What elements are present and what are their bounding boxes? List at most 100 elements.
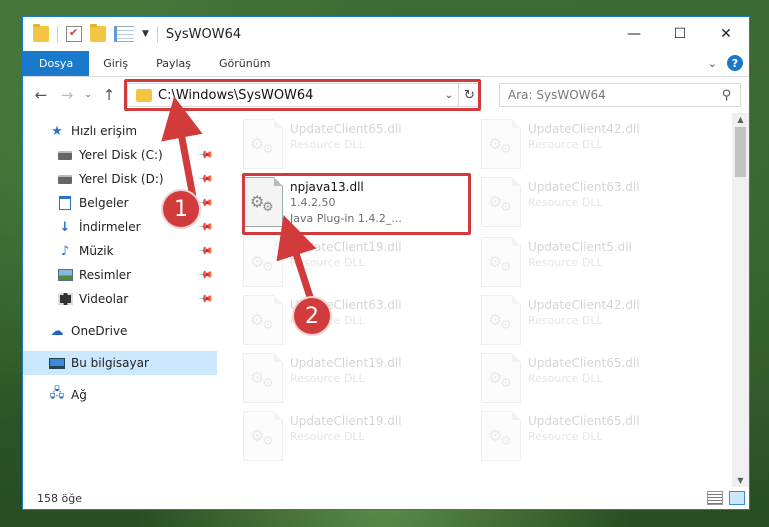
sidebar-item-network[interactable]: 🖧 Ağ <box>23 383 217 407</box>
pictures-icon <box>57 267 73 283</box>
file-item[interactable]: ⚙⚙ UpdateClient63.dllResource DLL <box>243 295 473 351</box>
address-path[interactable]: C:\Windows\SysWOW64 <box>158 88 440 103</box>
forward-arrow-icon[interactable]: → <box>57 85 77 105</box>
large-icons-view-icon[interactable] <box>729 491 745 505</box>
dll-file-icon: ⚙ ⚙ <box>481 353 521 403</box>
maximize-button[interactable]: ☐ <box>657 17 703 51</box>
file-description: Resource DLL <box>290 138 365 151</box>
pin-icon[interactable]: 📌 <box>196 267 213 284</box>
ribbon-right-controls: ⌄ ? <box>708 55 743 71</box>
tab-home[interactable]: Giriş <box>89 51 142 76</box>
file-item[interactable]: ⚙ ⚙ UpdateClient5.dll Resource DLL <box>481 237 711 293</box>
file-item[interactable]: ⚙ ⚙ UpdateClient65.dll Resource DLL <box>481 353 711 409</box>
downloads-icon: ↓ <box>59 219 71 235</box>
tab-share[interactable]: Paylaş <box>142 51 205 76</box>
navigation-bar: ← → ⌄ ↑ C:\Windows\SysWOW64 ⌄ ↻ ⚲ <box>23 77 749 113</box>
window-controls: — ☐ ✕ <box>611 17 749 51</box>
pin-icon[interactable]: 📌 <box>196 291 213 308</box>
view-options-icon[interactable] <box>114 26 134 42</box>
search-box[interactable]: ⚲ <box>499 83 741 107</box>
title-bar: ▼ SysWOW64 — ☐ ✕ <box>23 17 749 51</box>
scrollbar-thumb[interactable] <box>735 127 746 177</box>
file-name: UpdateClient42.dll <box>528 298 640 312</box>
explorer-body: ★ Hızlı erişim Yerel Disk (C:) 📌 Yerel D… <box>23 113 749 487</box>
sidebar-item-quick-access[interactable]: ★ Hızlı erişim <box>23 119 217 143</box>
callout-badge-2: 2 <box>294 298 330 334</box>
back-arrow-icon[interactable]: ← <box>31 85 51 105</box>
sidebar-item-label: İndirmeler <box>79 220 141 234</box>
file-description: Resource DLL <box>528 430 603 443</box>
file-item[interactable]: ⚙ ⚙ UpdateClient19.dll Resource DLL <box>243 411 473 467</box>
folder-icon <box>136 88 152 102</box>
file-name: UpdateClient19.dll <box>290 356 402 370</box>
dll-file-icon: ⚙ ⚙ <box>481 237 521 287</box>
file-item[interactable]: ⚙ ⚙ UpdateClient65.dll Resource DLL <box>481 411 711 467</box>
file-item[interactable]: ⚙ ⚙ UpdateClient65.dll Resource DLL <box>243 119 473 175</box>
file-version: 1.4.2.50 <box>290 196 336 209</box>
file-item[interactable]: ⚙ ⚙ UpdateClient19.dll Resource DLL <box>243 353 473 409</box>
search-input[interactable] <box>508 88 723 102</box>
sidebar-item-label: Bu bilgisayar <box>71 356 149 370</box>
tab-view[interactable]: Görünüm <box>205 51 284 76</box>
file-name: UpdateClient65.dll <box>528 414 640 428</box>
status-bar: 158 öğe <box>23 487 749 509</box>
file-description: Resource DLL <box>528 372 603 385</box>
scroll-down-chevron-icon[interactable]: ▼ <box>732 476 749 485</box>
divider <box>57 26 58 42</box>
refresh-icon[interactable]: ↻ <box>458 84 480 106</box>
properties-icon[interactable] <box>66 26 82 42</box>
new-folder-icon[interactable] <box>90 24 106 42</box>
pin-icon[interactable]: 📌 <box>196 171 213 188</box>
address-dropdown-chevron-icon[interactable]: ⌄ <box>440 90 458 101</box>
file-list: ⚙ ⚙ UpdateClient65.dll Resource DLL ⚙ ⚙ npj… <box>217 113 749 487</box>
videos-icon <box>57 291 73 307</box>
vertical-scrollbar[interactable]: ▲ ▼ <box>732 113 749 487</box>
file-description: Resource DLL <box>528 314 603 327</box>
sidebar-item-local-disk-d[interactable]: Yerel Disk (D:) 📌 <box>23 167 217 191</box>
address-bar[interactable]: C:\Windows\SysWOW64 ⌄ ↻ <box>124 79 481 111</box>
sidebar-item-onedrive[interactable]: ☁ OneDrive <box>23 319 217 343</box>
recent-locations-chevron-icon[interactable]: ⌄ <box>83 85 93 105</box>
file-name: UpdateClient65.dll <box>290 122 402 136</box>
dll-file-icon: ⚙ ⚙ <box>243 411 283 461</box>
pin-icon[interactable]: 📌 <box>196 147 213 164</box>
dll-file-icon: ⚙ ⚙ <box>481 177 521 227</box>
file-description: Resource DLL <box>528 256 603 269</box>
dll-file-icon: ⚙ ⚙ <box>481 411 521 461</box>
file-item[interactable]: ⚙ ⚙ UpdateClient42.dll Resource DLL <box>481 295 711 351</box>
close-button[interactable]: ✕ <box>703 17 749 51</box>
tab-file[interactable]: Dosya <box>23 51 90 76</box>
sidebar-item-videos[interactable]: Videolar 📌 <box>23 287 217 311</box>
sidebar-item-local-disk-c[interactable]: Yerel Disk (C:) 📌 <box>23 143 217 167</box>
window-title: SysWOW64 <box>165 26 242 42</box>
sidebar-item-music[interactable]: ♪ Müzik 📌 <box>23 239 217 263</box>
star-icon: ★ <box>51 123 63 139</box>
file-item[interactable]: ⚙⚙ UpdateClient63.dllResource DLL <box>481 177 711 233</box>
scroll-up-chevron-icon[interactable]: ▲ <box>732 115 749 124</box>
up-arrow-icon[interactable]: ↑ <box>99 85 119 105</box>
minimize-button[interactable]: — <box>611 17 657 51</box>
file-name: UpdateClient42.dll <box>528 122 640 136</box>
sidebar-item-label: Müzik <box>79 244 114 258</box>
dll-file-icon: ⚙ ⚙ <box>243 353 283 403</box>
pin-icon[interactable]: 📌 <box>196 219 213 236</box>
details-view-icon[interactable] <box>707 491 723 505</box>
file-item[interactable]: ⚙ ⚙ UpdateClient42.dll Resource DLL <box>481 119 711 175</box>
pin-icon[interactable]: 📌 <box>196 243 213 260</box>
file-item[interactable]: ⚙ ⚙ UpdateClient19.dll Resource DLL <box>243 237 473 293</box>
file-explorer-window: ▼ SysWOW64 — ☐ ✕ Dosya Giriş Paylaş Görü… <box>22 16 750 510</box>
customize-toolbar-chevron-icon[interactable]: ▼ <box>142 29 149 39</box>
expand-ribbon-chevron-icon[interactable]: ⌄ <box>708 57 717 70</box>
drive-icon <box>57 147 73 163</box>
drive-icon <box>57 171 73 187</box>
sidebar-item-label: Yerel Disk (D:) <box>79 172 164 186</box>
sidebar-item-pictures[interactable]: Resimler 📌 <box>23 263 217 287</box>
sidebar-item-label: Belgeler <box>79 196 129 210</box>
file-description: Java Plug-in 1.4.2_... <box>290 212 402 225</box>
music-icon: ♪ <box>60 243 70 259</box>
help-icon[interactable]: ? <box>727 55 743 71</box>
file-item-npjava13[interactable]: ⚙ ⚙ npjava13.dll 1.4.2.50 Java Plug-in 1.… <box>243 177 473 233</box>
sidebar-item-this-pc[interactable]: Bu bilgisayar <box>23 351 217 375</box>
search-icon[interactable]: ⚲ <box>722 88 732 103</box>
folder-icon <box>33 24 49 42</box>
